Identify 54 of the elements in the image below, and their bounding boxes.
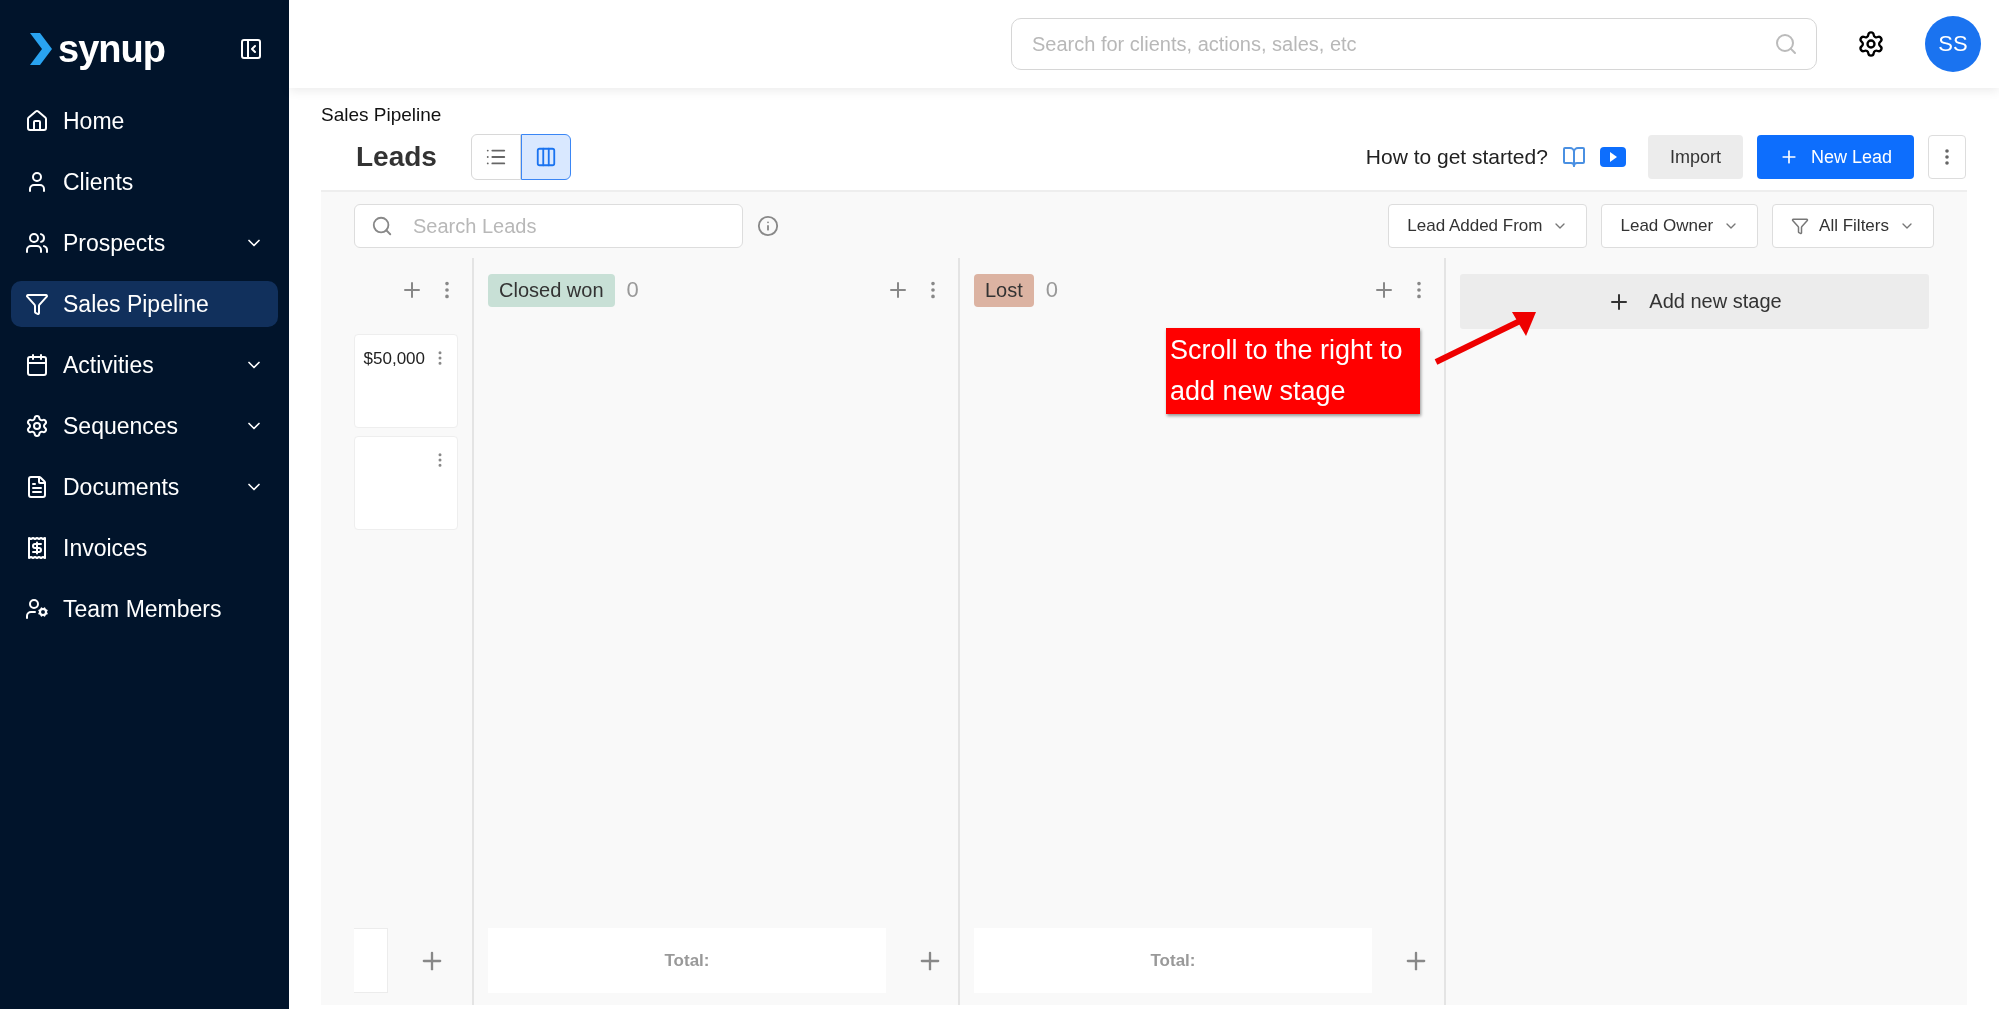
filter-dropdown[interactable]: All Filters [1772,204,1934,248]
search-leads-field[interactable]: Search Leads [354,204,743,248]
synup-logo: synup [28,27,165,71]
settings-icon[interactable] [1857,30,1885,58]
import-button[interactable]: Import [1647,135,1743,179]
home-icon [25,109,49,133]
total-box: Total: [974,928,1372,993]
stage-tag: Lost [974,273,1034,307]
card-amount: $50,000 [363,349,425,369]
sidebar-item[interactable]: Documents [11,464,278,510]
collapse-sidebar-icon[interactable] [239,37,263,61]
video-icon[interactable] [1599,147,1626,167]
annotation-callout: Scroll to the right to add new stage [1166,328,1420,414]
search-icon [371,215,393,237]
breadcrumb: Sales Pipeline [320,103,443,126]
search-input[interactable]: Search for clients, actions, sales, etc [1030,31,1774,57]
user-avatar[interactable]: SS [1925,16,1981,72]
sidebar-item[interactable]: Activities [11,342,278,388]
total-box: Total: [488,928,886,993]
more-button[interactable] [1928,135,1966,179]
sidebar-item[interactable]: Sales Pipeline [11,281,278,327]
columns-icon [534,146,557,168]
gear-icon [25,414,49,438]
sidebar-item[interactable]: Prospects [11,220,278,266]
sidebar-item[interactable]: Sequences [11,403,278,449]
document-icon [25,475,49,499]
search-icon [1774,32,1798,56]
sidebar-item[interactable]: Clients [11,159,278,205]
stage-count: 0 [626,277,640,303]
list-view-button[interactable] [470,134,521,180]
sidebar-item[interactable]: Home [11,98,278,144]
board-view-button[interactable] [520,134,571,180]
person-gear-icon [25,597,49,621]
people-icon [25,231,49,255]
book-icon[interactable] [1561,145,1586,169]
sidebar-item[interactable]: Invoices [11,525,278,571]
help-text: How to get started? [1365,145,1548,169]
filter-dropdown[interactable]: Lead Owner [1601,204,1759,248]
page-title: Leads [356,141,437,173]
new-lead-button[interactable]: New Lead [1756,135,1914,179]
lead-card[interactable]: $50,000 [354,334,458,428]
filter-dropdown[interactable]: Lead Added From [1388,204,1588,248]
stage-tag: Closed won [488,273,615,307]
stage-count: 0 [1045,277,1060,303]
sidebar-item[interactable]: Team Members [11,586,278,632]
calendar-icon [25,353,49,377]
search-field[interactable]: Search for clients, actions, sales, etc [1011,18,1817,70]
search-leads-input[interactable]: Search Leads [411,213,726,239]
info-icon[interactable] [757,215,779,237]
funnel-icon [1791,217,1810,235]
add-stage-button[interactable]: Add new stage [1460,274,1929,329]
more-icon [1945,149,1949,165]
receipt-icon [25,536,49,560]
funnel-icon [25,292,49,316]
